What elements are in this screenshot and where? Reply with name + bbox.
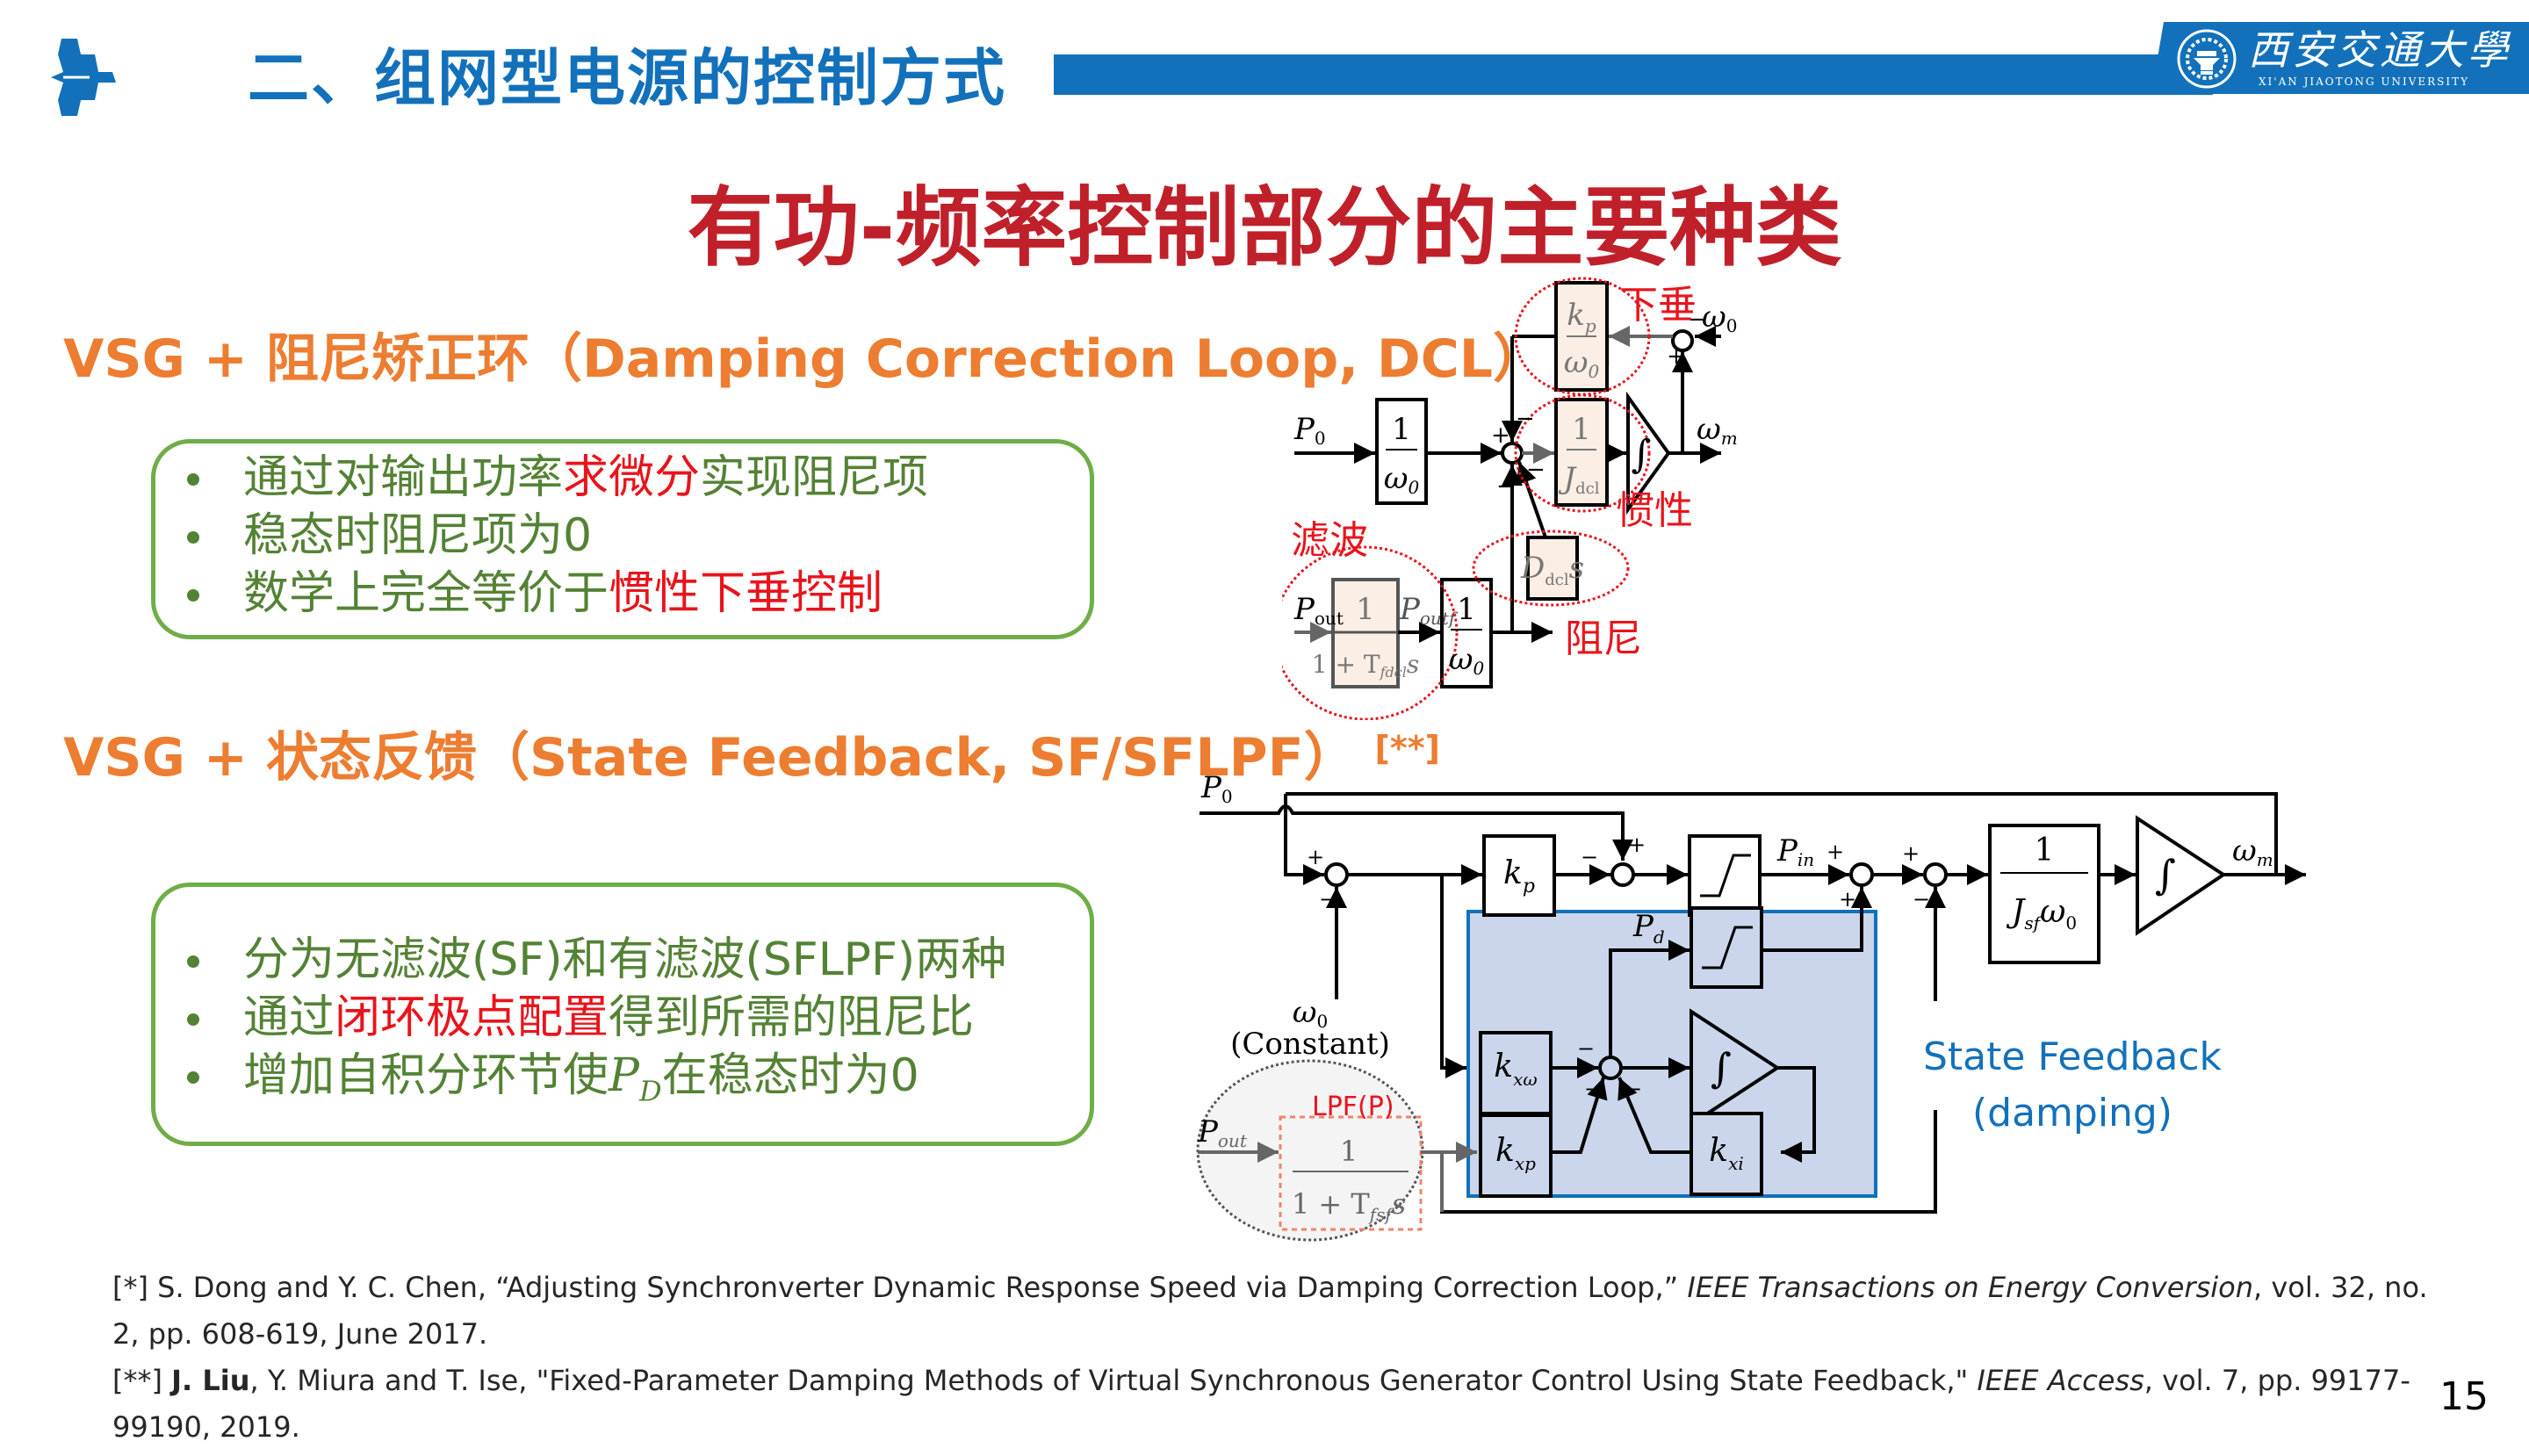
integrator-symbol: ∫	[1632, 432, 1652, 477]
svg-text:−: −	[1625, 1077, 1642, 1101]
bullet-item: 通过闭环极点配置得到所需的阻尼比	[155, 989, 1006, 1047]
highlight-text: 求微分	[563, 451, 701, 504]
university-name-en: XI'AN JIAOTONG UNIVERSITY	[2259, 76, 2470, 88]
bullet-dot-icon	[187, 531, 199, 544]
university-name-cn: 西安交通大學	[2248, 26, 2511, 74]
svg-text:1: 1	[1572, 412, 1591, 447]
svg-text:+: +	[1839, 887, 1856, 912]
sum-junction-4	[1923, 862, 1948, 887]
section2-bullet-list: 分为无滤波(SF)和有滤波(SFLPF)两种 通过闭环极点配置得到所需的阻尼比 …	[155, 931, 1006, 1120]
section2-heading-text: VSG + 状态反馈（State Feedback, SF/SFLPF）	[63, 727, 1357, 789]
svg-text:1: 1	[1457, 592, 1476, 627]
sum-junction-5	[1598, 1056, 1623, 1080]
integrator-symbol: ∫	[2155, 851, 2176, 898]
references: [*] S. Dong and Y. C. Chen, “Adjusting S…	[112, 1265, 2439, 1451]
sum-junction-2	[1610, 862, 1635, 887]
lpf-label: LPF(P)	[1312, 1092, 1394, 1122]
section2-bullet-box: 分为无滤波(SF)和有滤波(SFLPF)两种 通过闭环极点配置得到所需的阻尼比 …	[151, 883, 1094, 1146]
section1-bullet-list: 通过对输出功率求微分实现阻尼项 稳态时阻尼项为0 数学上完全等价于惯性下垂控制	[155, 449, 928, 623]
university-emblem-icon	[2177, 29, 2237, 89]
gain-p0-num: 1	[1392, 412, 1411, 447]
state-feedback-sublabel: (damping)	[1972, 1091, 2172, 1135]
label-p0: P0	[1293, 412, 1326, 449]
sf-block-diagram: 1 1 + Tfsfs kp kxω kxp kxi 1 Jsfω0 ∫ ∫ P…	[1196, 770, 2306, 1242]
svg-text:+: +	[1667, 343, 1686, 370]
svg-text:−: −	[1577, 1036, 1595, 1061]
sum-junction-3	[1849, 862, 1874, 887]
bullet-dot-icon	[187, 1071, 199, 1084]
svg-text:1: 1	[2035, 833, 2055, 869]
sum-junction-1	[1324, 862, 1349, 887]
section-title: 二、组网型电源的控制方式	[248, 42, 1006, 114]
block-saturation-2	[1690, 906, 1763, 989]
highlight-text: 闭环极点配置	[335, 991, 609, 1044]
highlight-text: 惯性下垂控制	[609, 567, 883, 620]
svg-text:−: −	[1516, 406, 1535, 432]
svg-text:−: −	[1913, 887, 1930, 912]
label-omega0: ω0	[1702, 299, 1737, 336]
reference-item: [**] J. Liu, Y. Miura and T. Ise, "Fixed…	[112, 1364, 2410, 1444]
svg-text:−: −	[1496, 473, 1516, 500]
integrator-block-sf	[2136, 815, 2227, 936]
label-p0: P0	[1200, 770, 1233, 807]
svg-text:+: +	[1307, 845, 1324, 869]
page-number: 15	[2439, 1374, 2489, 1419]
svg-text:1 + Tfdcls: 1 + Tfdcls	[1312, 650, 1419, 681]
label-pin: Pin	[1776, 833, 1814, 870]
svg-text:−: −	[1581, 845, 1598, 869]
svg-text:+: +	[1826, 840, 1844, 864]
svg-text:+: +	[1491, 422, 1510, 449]
svg-text:−: −	[1319, 887, 1337, 912]
bullet-dot-icon	[187, 955, 199, 968]
label-constant: (Constant)	[1230, 1027, 1390, 1062]
bullet-dot-icon	[187, 473, 199, 486]
section2-ref-mark: [**]	[1374, 729, 1440, 768]
section1-bullet-box: 通过对输出功率求微分实现阻尼项 稳态时阻尼项为0 数学上完全等价于惯性下垂控制	[151, 439, 1094, 639]
state-feedback-label: State Feedback	[1923, 1034, 2223, 1079]
reference-item: [*] S. Dong and Y. C. Chen, “Adjusting S…	[112, 1271, 2428, 1351]
label-omega-m: ωm	[1697, 412, 1738, 449]
svg-text:−: −	[1526, 457, 1546, 483]
bullet-item: 稳态时阻尼项为0	[155, 507, 928, 565]
annotation-inertia: 惯性	[1616, 488, 1693, 533]
lpf-num: 1	[1340, 1135, 1358, 1168]
bullet-item: 增加自积分环节使PD在稳态时为0	[155, 1047, 1006, 1120]
bullet-item: 分为无滤波(SF)和有滤波(SFLPF)两种	[155, 931, 1006, 989]
svg-text:+: +	[1628, 833, 1646, 857]
math-pd: PD	[609, 1049, 662, 1108]
section-logo-icon	[51, 39, 116, 116]
annotation-filter: 滤波	[1291, 518, 1368, 563]
svg-text:+: +	[1902, 841, 1920, 866]
header-bar	[1054, 54, 2213, 95]
integrator-symbol: ∫	[1711, 1044, 1732, 1092]
bullet-item: 数学上完全等价于惯性下垂控制	[155, 565, 928, 623]
bullet-dot-icon	[187, 589, 199, 602]
label-omega-m: ωm	[2232, 833, 2273, 870]
annotation-damping: 阻尼	[1565, 616, 1642, 661]
block-saturation-1	[1688, 834, 1762, 917]
dcl-block-diagram: 1 ω0 kp ω0 1 Jdcl ∫ Ddcls 1 1 + Tfdcls 1…	[1282, 277, 1738, 720]
svg-text:1: 1	[1356, 592, 1375, 627]
svg-text:−: −	[1584, 1077, 1602, 1101]
bullet-item: 通过对输出功率求微分实现阻尼项	[155, 449, 928, 507]
bullet-dot-icon	[187, 1013, 199, 1026]
annotation-droop: 下垂	[1619, 283, 1697, 328]
